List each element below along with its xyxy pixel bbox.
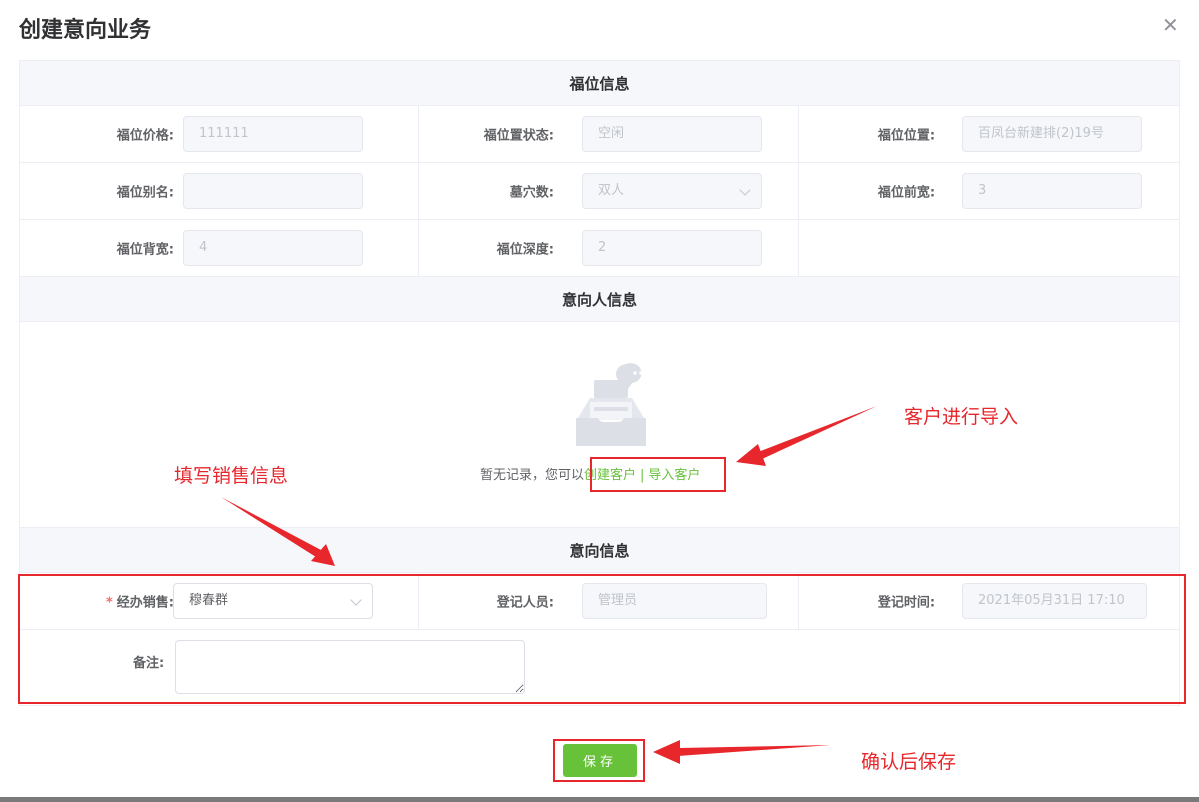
reg-time-input[interactable]: 2021年05月31日 17:10 <box>962 583 1147 619</box>
plot-status-label: 福位置状态: <box>483 128 554 144</box>
chevron-down-icon <box>350 594 362 606</box>
plot-depth-input[interactable]: 2 <box>582 230 762 266</box>
save-arrow-head <box>653 740 680 764</box>
intent-person-header: 意向人信息 <box>18 276 1181 322</box>
save-button[interactable]: 保存 <box>563 744 637 777</box>
plot-front-width-input[interactable]: 3 <box>962 173 1142 209</box>
required-mark: * <box>105 595 113 611</box>
plot-section-header: 福位信息 <box>18 60 1181 106</box>
plot-alias-input[interactable] <box>183 173 363 209</box>
empty-hint: 暂无记录，您可以创建客户 | 导入客户 <box>480 464 700 483</box>
grave-count-value: 双人 <box>598 183 625 198</box>
sales-select[interactable]: 穆春群 <box>173 583 373 619</box>
registrar-label: 登记人员: <box>496 595 554 611</box>
chevron-down-icon <box>739 184 751 196</box>
plot-location-input[interactable]: 百凤台新建排(2)19号 <box>962 116 1142 152</box>
sales-label: * 经办销售: <box>106 592 174 611</box>
import-annotation: 客户进行导入 <box>904 406 1019 428</box>
intent-info-header: 意向信息 <box>18 527 1181 573</box>
plot-depth-label: 福位深度: <box>496 242 554 258</box>
empty-cell <box>797 219 1181 277</box>
link-separator: | <box>640 468 645 483</box>
empty-inbox-icon <box>576 363 649 446</box>
save-annotation: 确认后保存 <box>861 751 957 773</box>
empty-hint-text: 暂无记录，您可以 <box>480 468 585 483</box>
business-form-table: 福位信息 福位价格: 111111 福位置状态: 空闲 福位位置: 百凤台新建排… <box>18 60 1181 706</box>
reg-time-label: 登记时间: <box>877 595 936 611</box>
plot-price-input[interactable]: 111111 <box>183 116 363 152</box>
create-customer-link[interactable]: 创建客户 <box>584 468 636 483</box>
plot-front-width-label: 福位前宽: <box>877 185 936 201</box>
dialog-title: 创建意向业务 <box>19 18 152 43</box>
plot-location-label: 福位位置: <box>877 128 936 144</box>
plot-back-width-input[interactable]: 4 <box>183 230 363 266</box>
plot-back-width-label: 福位背宽: <box>116 242 174 258</box>
grave-count-label: 墓穴数: <box>509 185 554 201</box>
fill-annotation: 填写销售信息 <box>174 465 289 487</box>
plot-section-title: 福位信息 <box>18 60 1181 106</box>
close-icon[interactable]: ✕ <box>1162 13 1179 37</box>
import-customer-link[interactable]: 导入客户 <box>648 468 700 483</box>
sales-value: 穆春群 <box>189 593 229 608</box>
sales-label-text: 经办销售: <box>116 595 174 611</box>
plot-alias-label: 福位别名: <box>116 185 174 201</box>
registrar-input[interactable]: 管理员 <box>582 583 767 619</box>
remark-label: 备注: <box>133 656 165 671</box>
save-arrow-shaft <box>678 745 831 756</box>
plot-price-label: 福位价格: <box>116 128 174 144</box>
plot-status-input[interactable]: 空闲 <box>582 116 762 152</box>
window-bottom-edge <box>0 797 1199 802</box>
remark-textarea[interactable] <box>175 640 525 694</box>
intent-person-title: 意向人信息 <box>18 276 1181 322</box>
intent-info-title: 意向信息 <box>18 527 1181 573</box>
grave-count-select[interactable]: 双人 <box>582 173 762 209</box>
